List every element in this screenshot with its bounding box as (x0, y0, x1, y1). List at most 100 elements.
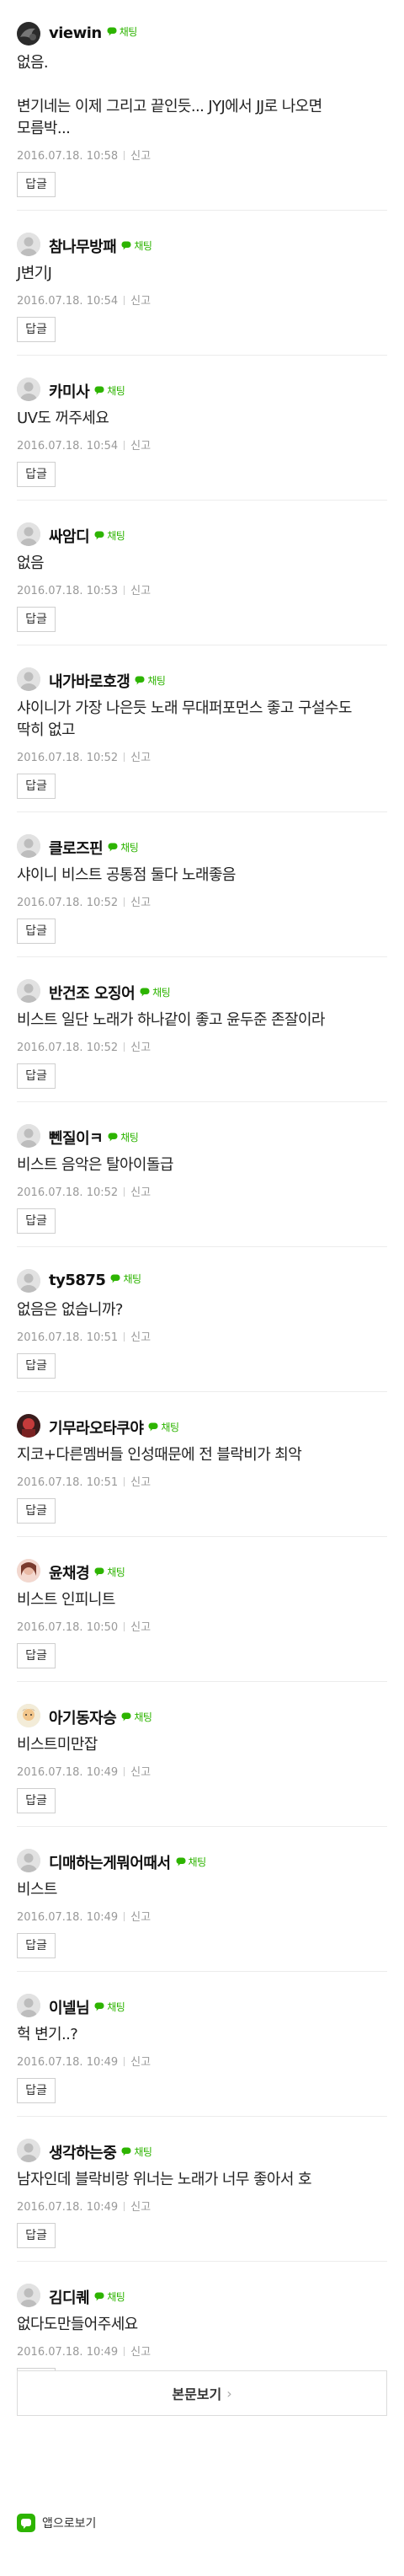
chat-badge[interactable]: 채팅 (107, 24, 137, 39)
commenter-nickname[interactable]: viewin 채팅 (49, 24, 137, 42)
commenter-nickname[interactable]: 내가바로호갱 채팅 (49, 670, 166, 692)
reply-button[interactable]: 답글 (17, 774, 56, 799)
reply-button[interactable]: 답글 (17, 1788, 56, 1813)
chat-badge[interactable]: 채팅 (135, 673, 166, 688)
comment-meta: 2016.07.18. 10:49 신고 (17, 2053, 151, 2069)
avatar[interactable] (17, 22, 40, 46)
report-link[interactable]: 신고 (130, 1766, 151, 1779)
report-link[interactable]: 신고 (130, 752, 151, 764)
reply-button[interactable]: 답글 (17, 462, 56, 487)
report-link[interactable]: 신고 (130, 1476, 151, 1489)
report-link[interactable]: 신고 (130, 2346, 151, 2359)
chat-badge[interactable]: 채팅 (176, 1855, 206, 1869)
chat-badge[interactable]: 채팅 (94, 383, 125, 398)
chat-badge[interactable]: 채팅 (110, 1272, 141, 1286)
view-article-button[interactable]: 본문보기 › (17, 2370, 387, 2416)
avatar[interactable] (17, 1849, 40, 1872)
nickname-text: 이넬님 (49, 2000, 90, 2017)
avatar[interactable] (17, 2284, 40, 2307)
nickname-text: 기무라오타쿠야 (49, 1420, 144, 1438)
reply-button[interactable]: 답글 (17, 317, 56, 342)
comment-timestamp: 2016.07.18. 10:52 (17, 752, 119, 764)
nickname-text: 뻰질이ㅋ (49, 1130, 104, 1148)
chat-badge[interactable]: 채팅 (94, 1565, 125, 1579)
commenter-nickname[interactable]: 기무라오타쿠야 채팅 (49, 1417, 179, 1438)
report-link[interactable]: 신고 (130, 150, 151, 163)
commenter-nickname[interactable]: 김디퀘 채팅 (49, 2286, 125, 2308)
chat-badge[interactable]: 채팅 (108, 840, 139, 854)
report-link[interactable]: 신고 (130, 1042, 151, 1054)
chat-badge[interactable]: 채팅 (94, 528, 125, 543)
chat-badge-label: 채팅 (107, 2291, 125, 2303)
avatar[interactable] (17, 979, 40, 1003)
avatar[interactable] (17, 2139, 40, 2162)
reply-button[interactable]: 답글 (17, 1498, 56, 1524)
avatar[interactable] (17, 1559, 40, 1583)
report-link[interactable]: 신고 (130, 295, 151, 308)
chat-badge[interactable]: 채팅 (121, 1710, 152, 1724)
reply-button[interactable]: 답글 (17, 918, 56, 944)
chat-badge-label: 채팅 (134, 2146, 152, 2158)
comment-timestamp: 2016.07.18. 10:51 (17, 1331, 119, 1344)
meta-divider (124, 586, 125, 595)
avatar[interactable] (17, 1994, 40, 2017)
avatar[interactable] (17, 1269, 40, 1293)
avatar[interactable] (17, 233, 40, 256)
commenter-nickname[interactable]: 뻰질이ㅋ 채팅 (49, 1127, 139, 1149)
comment-item: 내가바로호갱 채팅 샤이니가 가장 나은듯 노래 무대퍼포먼스 좋고 구설수도 딱히 … (17, 645, 387, 812)
chat-badge[interactable]: 채팅 (121, 2145, 152, 2159)
commenter-nickname[interactable]: 생각하는중 채팅 (49, 2141, 152, 2163)
reply-button[interactable]: 답글 (17, 1933, 56, 1958)
commenter-nickname[interactable]: 윤채경 채팅 (49, 1561, 125, 1583)
meta-divider (124, 441, 125, 450)
commenter-nickname[interactable]: ty5875 채팅 (49, 1272, 141, 1289)
report-link[interactable]: 신고 (130, 585, 151, 597)
report-link[interactable]: 신고 (130, 2201, 151, 2214)
chat-badge[interactable]: 채팅 (121, 238, 152, 253)
commenter-nickname[interactable]: 반건조 오징어 채팅 (49, 982, 171, 1004)
report-link[interactable]: 신고 (130, 1186, 151, 1199)
avatar[interactable] (17, 378, 40, 401)
reply-button[interactable]: 답글 (17, 1643, 56, 1668)
avatar[interactable] (17, 1124, 40, 1148)
commenter-nickname[interactable]: 이넬님 채팅 (49, 1996, 125, 2018)
avatar[interactable] (17, 1704, 40, 1727)
report-link[interactable]: 신고 (130, 897, 151, 909)
nickname-text: 반건조 오징어 (49, 985, 136, 1003)
report-link[interactable]: 신고 (130, 440, 151, 453)
chat-badge[interactable]: 채팅 (94, 2000, 125, 2014)
chat-bubble-icon (94, 386, 107, 395)
comment-meta: 2016.07.18. 10:58 신고 (17, 147, 151, 163)
reply-button[interactable]: 답글 (17, 1353, 56, 1379)
report-link[interactable]: 신고 (130, 2056, 151, 2069)
commenter-nickname[interactable]: 카미사 채팅 (49, 380, 125, 402)
chat-bubble-icon (108, 1133, 120, 1142)
reply-button[interactable]: 답글 (17, 172, 56, 197)
chat-badge[interactable]: 채팅 (94, 2289, 125, 2304)
chat-badge[interactable]: 채팅 (108, 1130, 139, 1144)
comment-meta: 2016.07.18. 10:51 신고 (17, 1473, 151, 1489)
report-link[interactable]: 신고 (130, 1331, 151, 1344)
commenter-nickname[interactable]: 참나무방패 채팅 (49, 235, 152, 257)
open-in-app-link[interactable]: 앱으로보기 (17, 2514, 96, 2532)
reply-button[interactable]: 답글 (17, 1208, 56, 1234)
report-link[interactable]: 신고 (130, 1911, 151, 1924)
comment-text-line: 없음. (17, 54, 49, 72)
reply-button[interactable]: 답글 (17, 607, 56, 632)
comment-meta: 2016.07.18. 10:54 신고 (17, 292, 151, 308)
report-link[interactable]: 신고 (130, 1621, 151, 1634)
chat-badge[interactable]: 채팅 (140, 985, 171, 999)
avatar[interactable] (17, 522, 40, 546)
commenter-nickname[interactable]: 클로즈핀 채팅 (49, 837, 139, 859)
avatar[interactable] (17, 834, 40, 858)
commenter-nickname[interactable]: 싸암디 채팅 (49, 525, 125, 547)
commenter-nickname[interactable]: 아기동자승 채팅 (49, 1706, 152, 1728)
comment-text-line: 없음 (17, 554, 45, 572)
reply-button[interactable]: 답글 (17, 2223, 56, 2248)
avatar[interactable] (17, 667, 40, 691)
chat-badge[interactable]: 채팅 (148, 1420, 179, 1434)
reply-button[interactable]: 답글 (17, 1063, 56, 1089)
commenter-nickname[interactable]: 디매하는게뭐어때서 채팅 (49, 1851, 206, 1873)
reply-button[interactable]: 답글 (17, 2078, 56, 2103)
avatar[interactable] (17, 1414, 40, 1438)
